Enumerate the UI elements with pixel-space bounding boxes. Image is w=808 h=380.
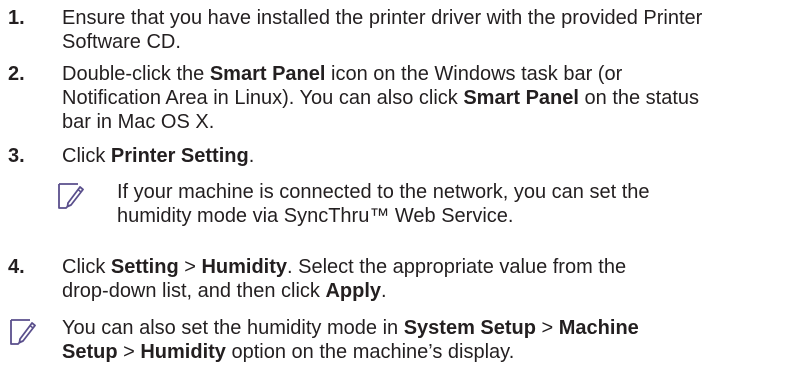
- text-run: >: [178, 256, 202, 278]
- step-line: Click Setting > Humidity. Select the app…: [62, 255, 804, 279]
- note-line: humidity mode via SyncThru™ Web Service.: [117, 205, 514, 227]
- text-run: Double-click the: [62, 63, 210, 85]
- step-text: Double-click the Smart Panel icon on the…: [62, 62, 804, 134]
- note-line: If your machine is connected to the netw…: [117, 181, 650, 203]
- text-run: Click: [62, 145, 111, 167]
- text-run: Click: [62, 256, 111, 278]
- step-text: Click Setting > Humidity. Select the app…: [62, 255, 804, 303]
- ui-term-setup: Setup: [62, 341, 118, 363]
- text-run: You can also set the humidity mode in: [62, 317, 404, 339]
- step-number: 4.: [8, 256, 25, 278]
- ui-term-setting: Setting: [110, 256, 179, 278]
- step-line: bar in Mac OS X.: [62, 111, 215, 133]
- step-number: 2.: [8, 63, 25, 85]
- text-run: .: [381, 280, 387, 302]
- ui-term-machine: Machine: [558, 317, 639, 339]
- ui-term-apply: Apply: [325, 280, 382, 302]
- text-run: icon on the Windows task bar (or: [325, 63, 623, 85]
- text-run: . Select the appropriate value from the: [287, 256, 627, 278]
- ui-term-humidity: Humidity: [140, 341, 226, 363]
- note-pencil-icon: [10, 319, 36, 345]
- note-1: If your machine is connected to the netw…: [56, 178, 796, 234]
- step-line: Notification Area in Linux). You can als…: [62, 86, 804, 110]
- step-line: drop-down list, and then click Apply.: [62, 279, 804, 303]
- step-number: 3.: [8, 145, 25, 167]
- text-run: >: [117, 341, 141, 363]
- step-text: Click Printer Setting.: [62, 144, 804, 168]
- step-text: Ensure that you have installed the print…: [62, 6, 804, 54]
- step-number: 1.: [8, 7, 25, 29]
- note-line: Setup > Humidity option on the machine’s…: [62, 340, 639, 364]
- ui-term-smart-panel: Smart Panel: [463, 87, 579, 109]
- ui-term-humidity: Humidity: [201, 256, 288, 278]
- note-line: You can also set the humidity mode in Sy…: [62, 316, 639, 340]
- ui-term-system-setup: System Setup: [403, 317, 536, 339]
- text-run: drop-down list, and then click: [62, 280, 326, 302]
- step-line: Ensure that you have installed the print…: [62, 7, 703, 29]
- note-2: You can also set the humidity mode in Sy…: [8, 314, 800, 374]
- step-line: Click Printer Setting.: [62, 144, 804, 168]
- text-run: >: [535, 317, 559, 339]
- note-text: You can also set the humidity mode in Sy…: [62, 316, 639, 364]
- instruction-page: 1. Ensure that you have installed the pr…: [0, 0, 808, 380]
- note-pencil-icon: [58, 183, 84, 209]
- text-run: option on the machine’s display.: [225, 341, 515, 363]
- step-line: Software CD.: [62, 31, 181, 53]
- text-run: on the status: [578, 87, 700, 109]
- ui-term-smart-panel: Smart Panel: [209, 63, 326, 85]
- ui-term-printer-setting: Printer Setting: [110, 145, 249, 167]
- text-run: Notification Area in Linux). You can als…: [62, 87, 464, 109]
- text-run: .: [248, 145, 255, 167]
- note-text: If your machine is connected to the netw…: [117, 180, 650, 228]
- step-line: Double-click the Smart Panel icon on the…: [62, 62, 804, 86]
